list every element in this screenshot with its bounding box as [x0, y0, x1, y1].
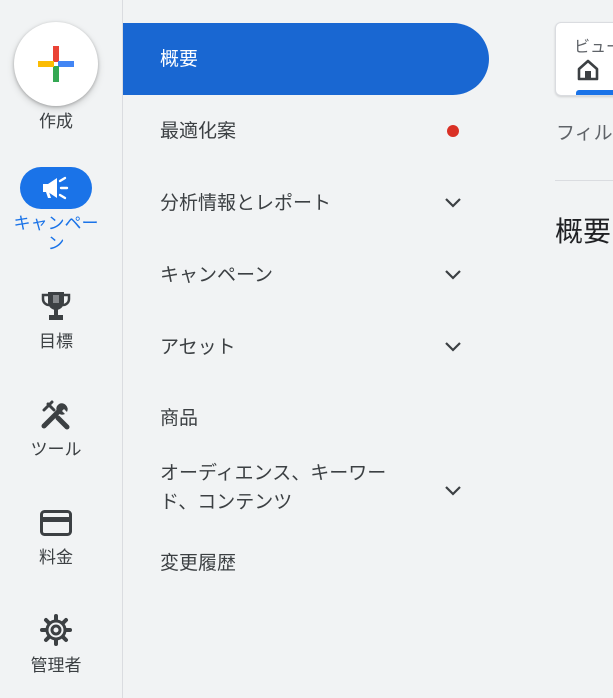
nav-item-label: 分析情報とレポート [160, 192, 332, 214]
nav-item-change-history[interactable]: 変更履歴 [123, 527, 489, 599]
gear-icon [40, 614, 72, 646]
nav-item-label: 商品 [160, 407, 199, 429]
rail-item-campaigns[interactable] [20, 167, 92, 209]
nav-item-recommendations[interactable]: 最適化案 [123, 95, 489, 167]
chevron-down-icon [445, 486, 461, 496]
create-button[interactable] [14, 22, 98, 106]
tools-icon [41, 400, 70, 430]
chevron-down-icon [445, 198, 461, 208]
nav-item-label: オーディエンス、キーワード、コンテンツ [160, 462, 387, 513]
home-icon [577, 59, 599, 81]
divider [555, 180, 613, 181]
app-root: 作成 キャンペーン 目標 ツール 料金 管理者 概要 最適化案 分析情報とレポー… [0, 0, 613, 698]
nav-item-label: アセット [160, 336, 236, 358]
rail-label-campaigns: キャンペーン [13, 214, 99, 254]
trophy-icon [41, 292, 71, 320]
nav-panel: 概要 最適化案 分析情報とレポート キャンペーン アセット 商品 オーディエンス… [123, 0, 503, 698]
nav-item-assets[interactable]: アセット [123, 311, 489, 383]
nav-item-label: 概要 [160, 48, 199, 70]
rail-label-goals: 目標 [39, 332, 73, 352]
view-label: ビュー [574, 37, 613, 56]
rail-label-tools: ツール [30, 440, 82, 460]
nav-item-label: キャンペーン [160, 264, 274, 286]
nav-item-campaigns[interactable]: キャンペーン [123, 239, 489, 311]
nav-item-products[interactable]: 商品 [123, 383, 489, 453]
credit-card-icon [40, 510, 72, 536]
nav-item-overview[interactable]: 概要 [123, 23, 489, 95]
filter-label[interactable]: フィル [556, 118, 613, 145]
nav-item-audiences-keywords-content[interactable]: オーディエンス、キーワード、コンテンツ [123, 455, 489, 527]
megaphone-icon [43, 176, 69, 200]
left-rail: 作成 キャンペーン 目標 ツール 料金 管理者 [0, 0, 123, 698]
view-selector[interactable]: ビュー [555, 22, 613, 96]
chevron-down-icon [445, 270, 461, 280]
nav-item-label: 変更履歴 [160, 552, 237, 574]
page-title: 概要 [555, 215, 612, 248]
nav-item-label: 最適化案 [160, 120, 237, 142]
nav-item-insights-reports[interactable]: 分析情報とレポート [123, 167, 489, 239]
alert-dot [447, 125, 459, 137]
rail-label-admin: 管理者 [30, 656, 82, 676]
chevron-down-icon [445, 342, 461, 352]
plus-icon [38, 46, 74, 82]
create-label: 作成 [39, 112, 73, 132]
rail-label-billing: 料金 [39, 548, 73, 568]
main-content: ビュー フィル 概要 [503, 0, 613, 698]
selected-indicator [576, 90, 613, 95]
